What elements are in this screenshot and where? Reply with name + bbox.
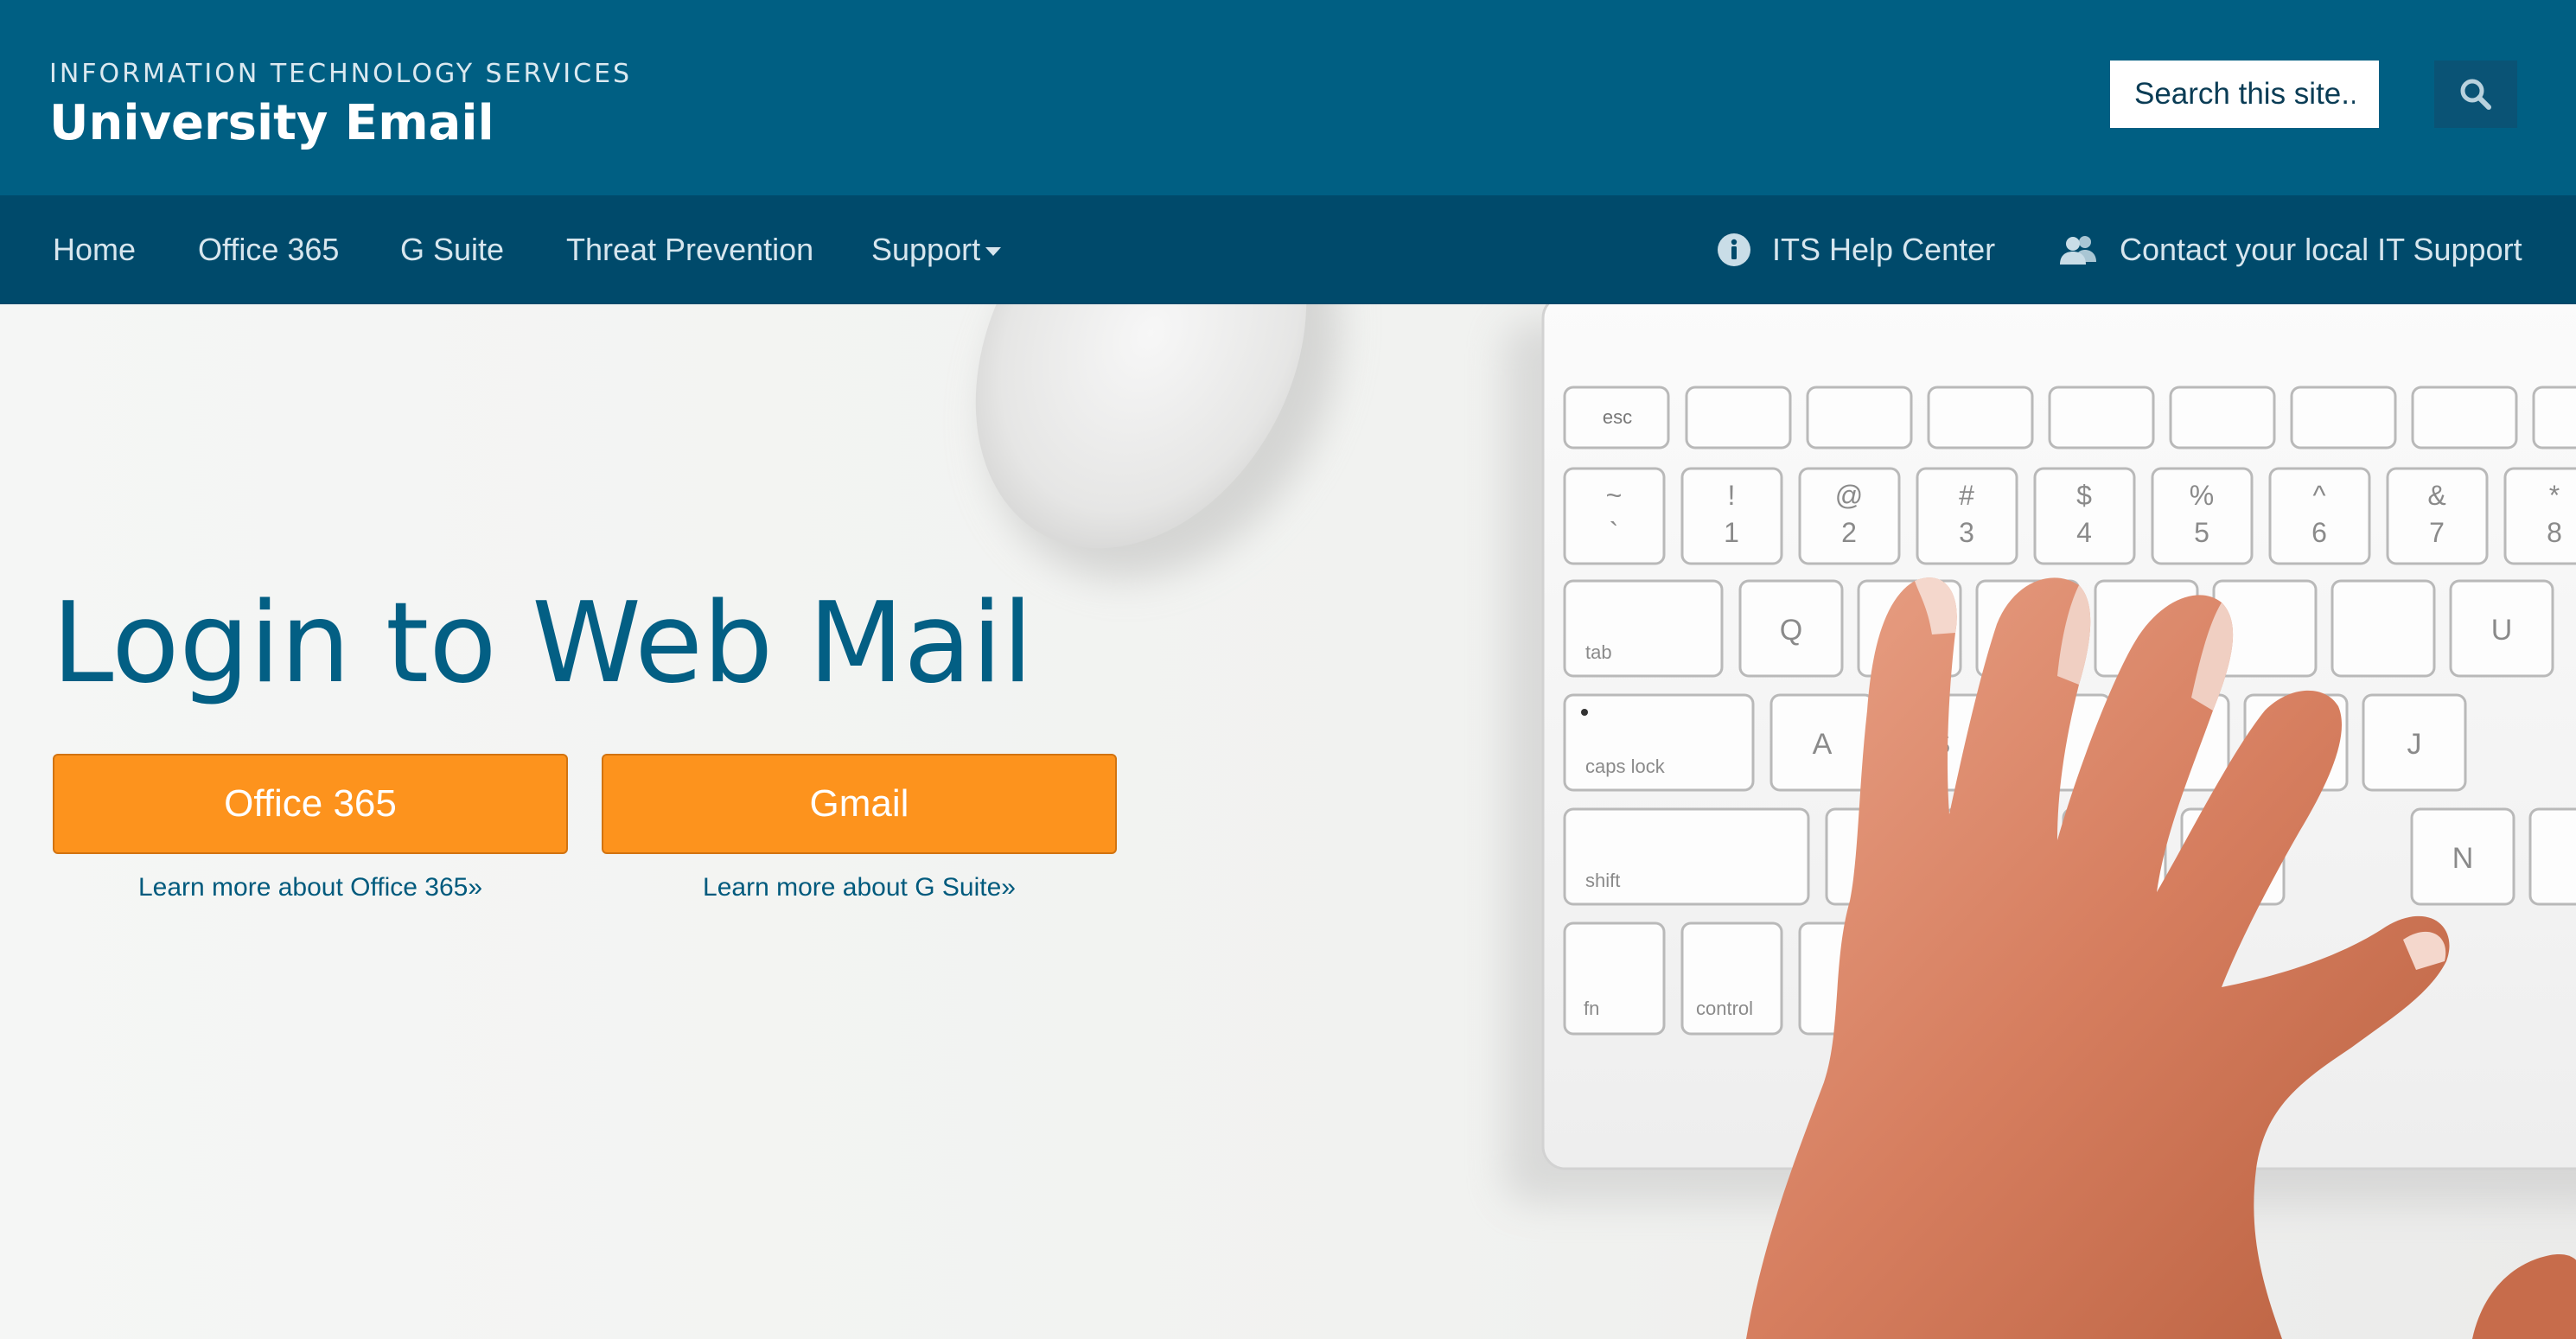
users-icon (2060, 236, 2096, 265)
key-label: caps lock (1585, 756, 1666, 777)
department-name: INFORMATION TECHNOLOGY SERVICES (49, 59, 633, 89)
key-label: 5 (2194, 517, 2209, 548)
button-label: Office 365 (224, 782, 397, 825)
key-label: 2 (1841, 517, 1857, 548)
key-label: 6 (2311, 517, 2327, 548)
key-label: fn (1584, 998, 1599, 1019)
gmail-login-button[interactable]: Gmail (602, 754, 1117, 854)
key-label: control (1696, 998, 1753, 1019)
its-help-center-link[interactable]: ITS Help Center (1772, 195, 1995, 304)
site-title[interactable]: University Email (49, 95, 494, 151)
key-label: ` (1610, 517, 1619, 548)
nav-item-g-suite[interactable]: G Suite (400, 195, 504, 304)
key-label: N (2452, 842, 2474, 875)
main-nav: Home Office 365 G Suite Threat Preventio… (0, 195, 2576, 304)
page-title: Login to Web Mail (52, 579, 1033, 708)
key-label: A (1813, 728, 1833, 761)
caret-down-icon (985, 247, 1002, 257)
key-label: tab (1585, 641, 1612, 663)
info-icon (1718, 233, 1750, 266)
key-label: ! (1728, 480, 1736, 511)
search-button[interactable] (2434, 61, 2517, 128)
key-label: $ (2076, 480, 2092, 511)
site-header: INFORMATION TECHNOLOGY SERVICES Universi… (0, 0, 2576, 195)
nav-item-label: Office 365 (198, 232, 340, 267)
nav-item-label: G Suite (400, 232, 505, 267)
key-label: @ (1835, 480, 1863, 511)
learn-more-g-suite-link[interactable]: Learn more about G Suite» (602, 873, 1117, 902)
key-label: 7 (2429, 517, 2445, 548)
key-label: 1 (1724, 517, 1739, 548)
key-label: % (2190, 480, 2214, 511)
key-label: J (2407, 728, 2422, 761)
key-label: U (2491, 614, 2513, 647)
nav-item-label: Home (53, 232, 137, 267)
nav-item-office-365[interactable]: Office 365 (198, 195, 339, 304)
key-esc-label: esc (1603, 406, 1632, 428)
key-label: # (1959, 480, 1974, 511)
key-label: & (2427, 480, 2445, 511)
key-label: shift (1585, 870, 1620, 891)
nav-item-label: Threat Prevention (566, 232, 814, 267)
key-label: ~ (1606, 480, 1623, 511)
search-input[interactable] (2110, 61, 2379, 128)
nav-item-support[interactable]: Support (871, 195, 1002, 304)
key-label: Q (1780, 614, 1802, 647)
button-label: Gmail (809, 782, 909, 825)
nav-item-home[interactable]: Home (53, 195, 136, 304)
nav-utility-label: Contact your local IT Support (2120, 232, 2522, 267)
key-label: 8 (2547, 517, 2562, 548)
nav-utility-label: ITS Help Center (1772, 232, 1996, 267)
learn-more-office-365-link[interactable]: Learn more about Office 365» (53, 873, 568, 902)
nav-item-label: Support (871, 232, 981, 267)
office-365-login-button[interactable]: Office 365 (53, 754, 568, 854)
key-label: 3 (1959, 517, 1974, 548)
hero-section: esc ~ ` ! 1 @ 2 # 3 $ 4 % 5 ^ 6 & 7 * 8 … (0, 304, 2576, 1339)
contact-it-support-link[interactable]: Contact your local IT Support (2120, 195, 2522, 304)
nav-item-threat-prevention[interactable]: Threat Prevention (566, 195, 813, 304)
key-label: ^ (2312, 480, 2325, 511)
key-label: * (2549, 480, 2560, 511)
magnifier-icon (2460, 79, 2491, 110)
key-label: 4 (2076, 517, 2092, 548)
